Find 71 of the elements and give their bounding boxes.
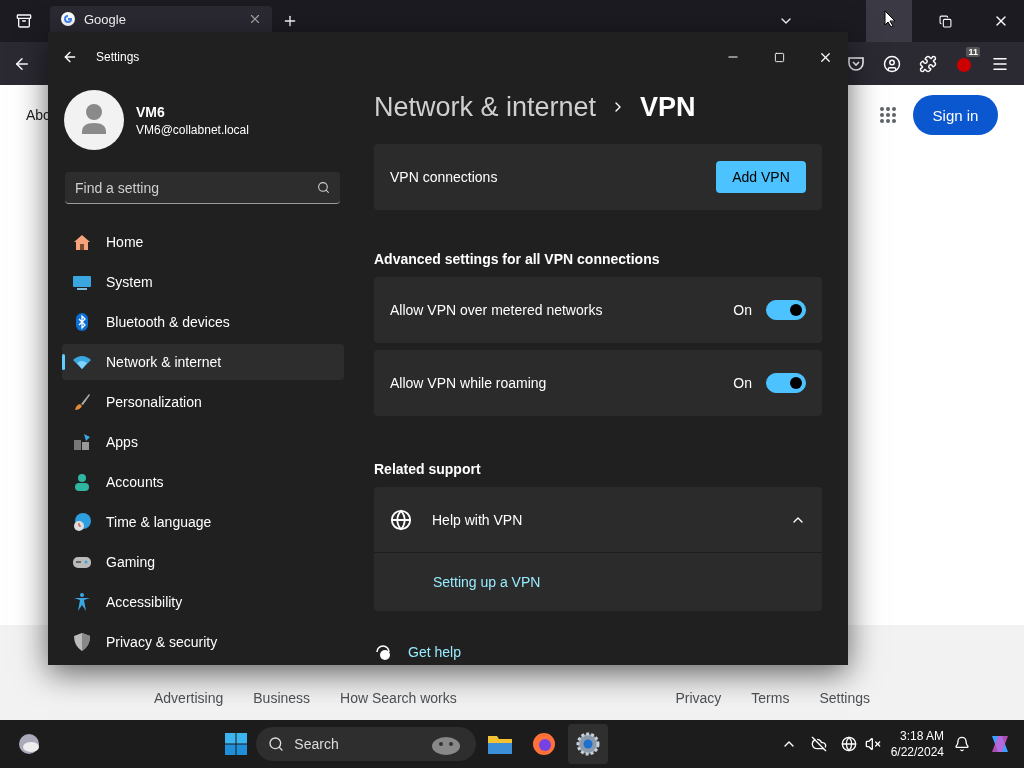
windows-start-icon[interactable] [224, 732, 249, 756]
footer-link[interactable]: Terms [751, 690, 790, 706]
maximize-icon[interactable] [773, 51, 785, 63]
toggle-state: On [733, 375, 752, 391]
sign-in-button[interactable]: Sign in [913, 95, 998, 135]
help-title: Help with VPN [432, 511, 524, 528]
brush-icon [72, 392, 92, 412]
help-link[interactable]: Setting up a VPN [433, 574, 541, 590]
clock-globe-icon [72, 512, 92, 532]
apps-icon [72, 432, 92, 452]
nav-item[interactable]: Home [62, 224, 344, 260]
new-tab-icon[interactable] [282, 13, 298, 29]
gear-icon[interactable] [576, 732, 601, 756]
home-icon [72, 232, 92, 252]
nav-item[interactable]: Bluetooth & devices [62, 304, 344, 340]
footer-link[interactable]: Business [253, 690, 311, 706]
person-icon [72, 472, 92, 492]
nav-item[interactable]: Gaming [62, 544, 344, 580]
user-email: VM6@collabnet.local [136, 122, 249, 137]
settings-find-field[interactable]: Find a setting [65, 172, 340, 204]
setting-label: Allow VPN while roaming [390, 375, 548, 391]
footer-link[interactable]: Settings [819, 690, 870, 706]
toggle-switch[interactable] [766, 373, 806, 393]
setting-label: VPN connections [390, 169, 499, 185]
pocket-icon[interactable] [847, 54, 865, 73]
badge: 11 [966, 47, 980, 57]
add-vpn-button[interactable]: Add VPN [716, 161, 806, 193]
apps-grid-icon[interactable] [879, 106, 897, 124]
browser-tab[interactable]: Google [50, 6, 272, 32]
shield-icon [72, 632, 92, 652]
close-icon[interactable] [248, 12, 262, 26]
breadcrumb-link[interactable]: Network & internet [374, 91, 597, 123]
extensions-icon[interactable] [919, 54, 937, 73]
section-heading: Advanced settings for all VPN connections [374, 251, 661, 267]
avatar-icon [64, 90, 124, 150]
nav-item[interactable]: Accounts [62, 464, 344, 500]
google-logo-icon [60, 11, 76, 27]
folder-icon[interactable] [487, 733, 514, 755]
get-help-link[interactable]: Get help [408, 644, 461, 660]
taskbar-search-bar[interactable]: Search [256, 727, 477, 761]
toggle-state: On [733, 302, 752, 318]
account-icon[interactable] [883, 54, 901, 73]
footer-link[interactable]: How Search works [340, 690, 457, 706]
nav-item[interactable]: System [62, 264, 344, 300]
globe-icon [390, 508, 412, 531]
page-title: VPN [640, 91, 696, 123]
user-name: VM6 [136, 103, 166, 120]
setting-label: Allow VPN over metered networks [390, 302, 604, 318]
footer-link[interactable]: Privacy [675, 690, 722, 706]
nav-item[interactable]: Time & language [62, 504, 344, 540]
weather-icon[interactable] [18, 733, 40, 755]
nav-item[interactable]: Accessibility [62, 584, 344, 620]
nav-item[interactable]: Privacy & security [62, 624, 344, 660]
nav-item[interactable]: Personalization [62, 384, 344, 420]
toggle-switch[interactable] [766, 300, 806, 320]
notification-icon[interactable] [954, 736, 970, 752]
nav-item[interactable]: Network & internet [62, 344, 344, 380]
footer-link[interactable]: Advertising [154, 690, 224, 706]
nav-item[interactable]: Apps [62, 424, 344, 460]
back-icon[interactable] [62, 49, 78, 65]
cursor-icon [884, 10, 896, 28]
search-icon [317, 181, 330, 194]
muted-speaker-icon[interactable] [864, 736, 881, 752]
tab-list-icon[interactable] [16, 13, 32, 29]
search-icon [268, 736, 285, 752]
section-heading: Related support [374, 461, 482, 477]
globe-icon[interactable] [840, 736, 857, 752]
window-title: Settings [96, 50, 140, 64]
clock[interactable]: 3:18 AM 6/22/2024 [890, 728, 944, 760]
restore-icon[interactable] [938, 14, 952, 28]
cloud-off-icon[interactable] [810, 736, 827, 752]
